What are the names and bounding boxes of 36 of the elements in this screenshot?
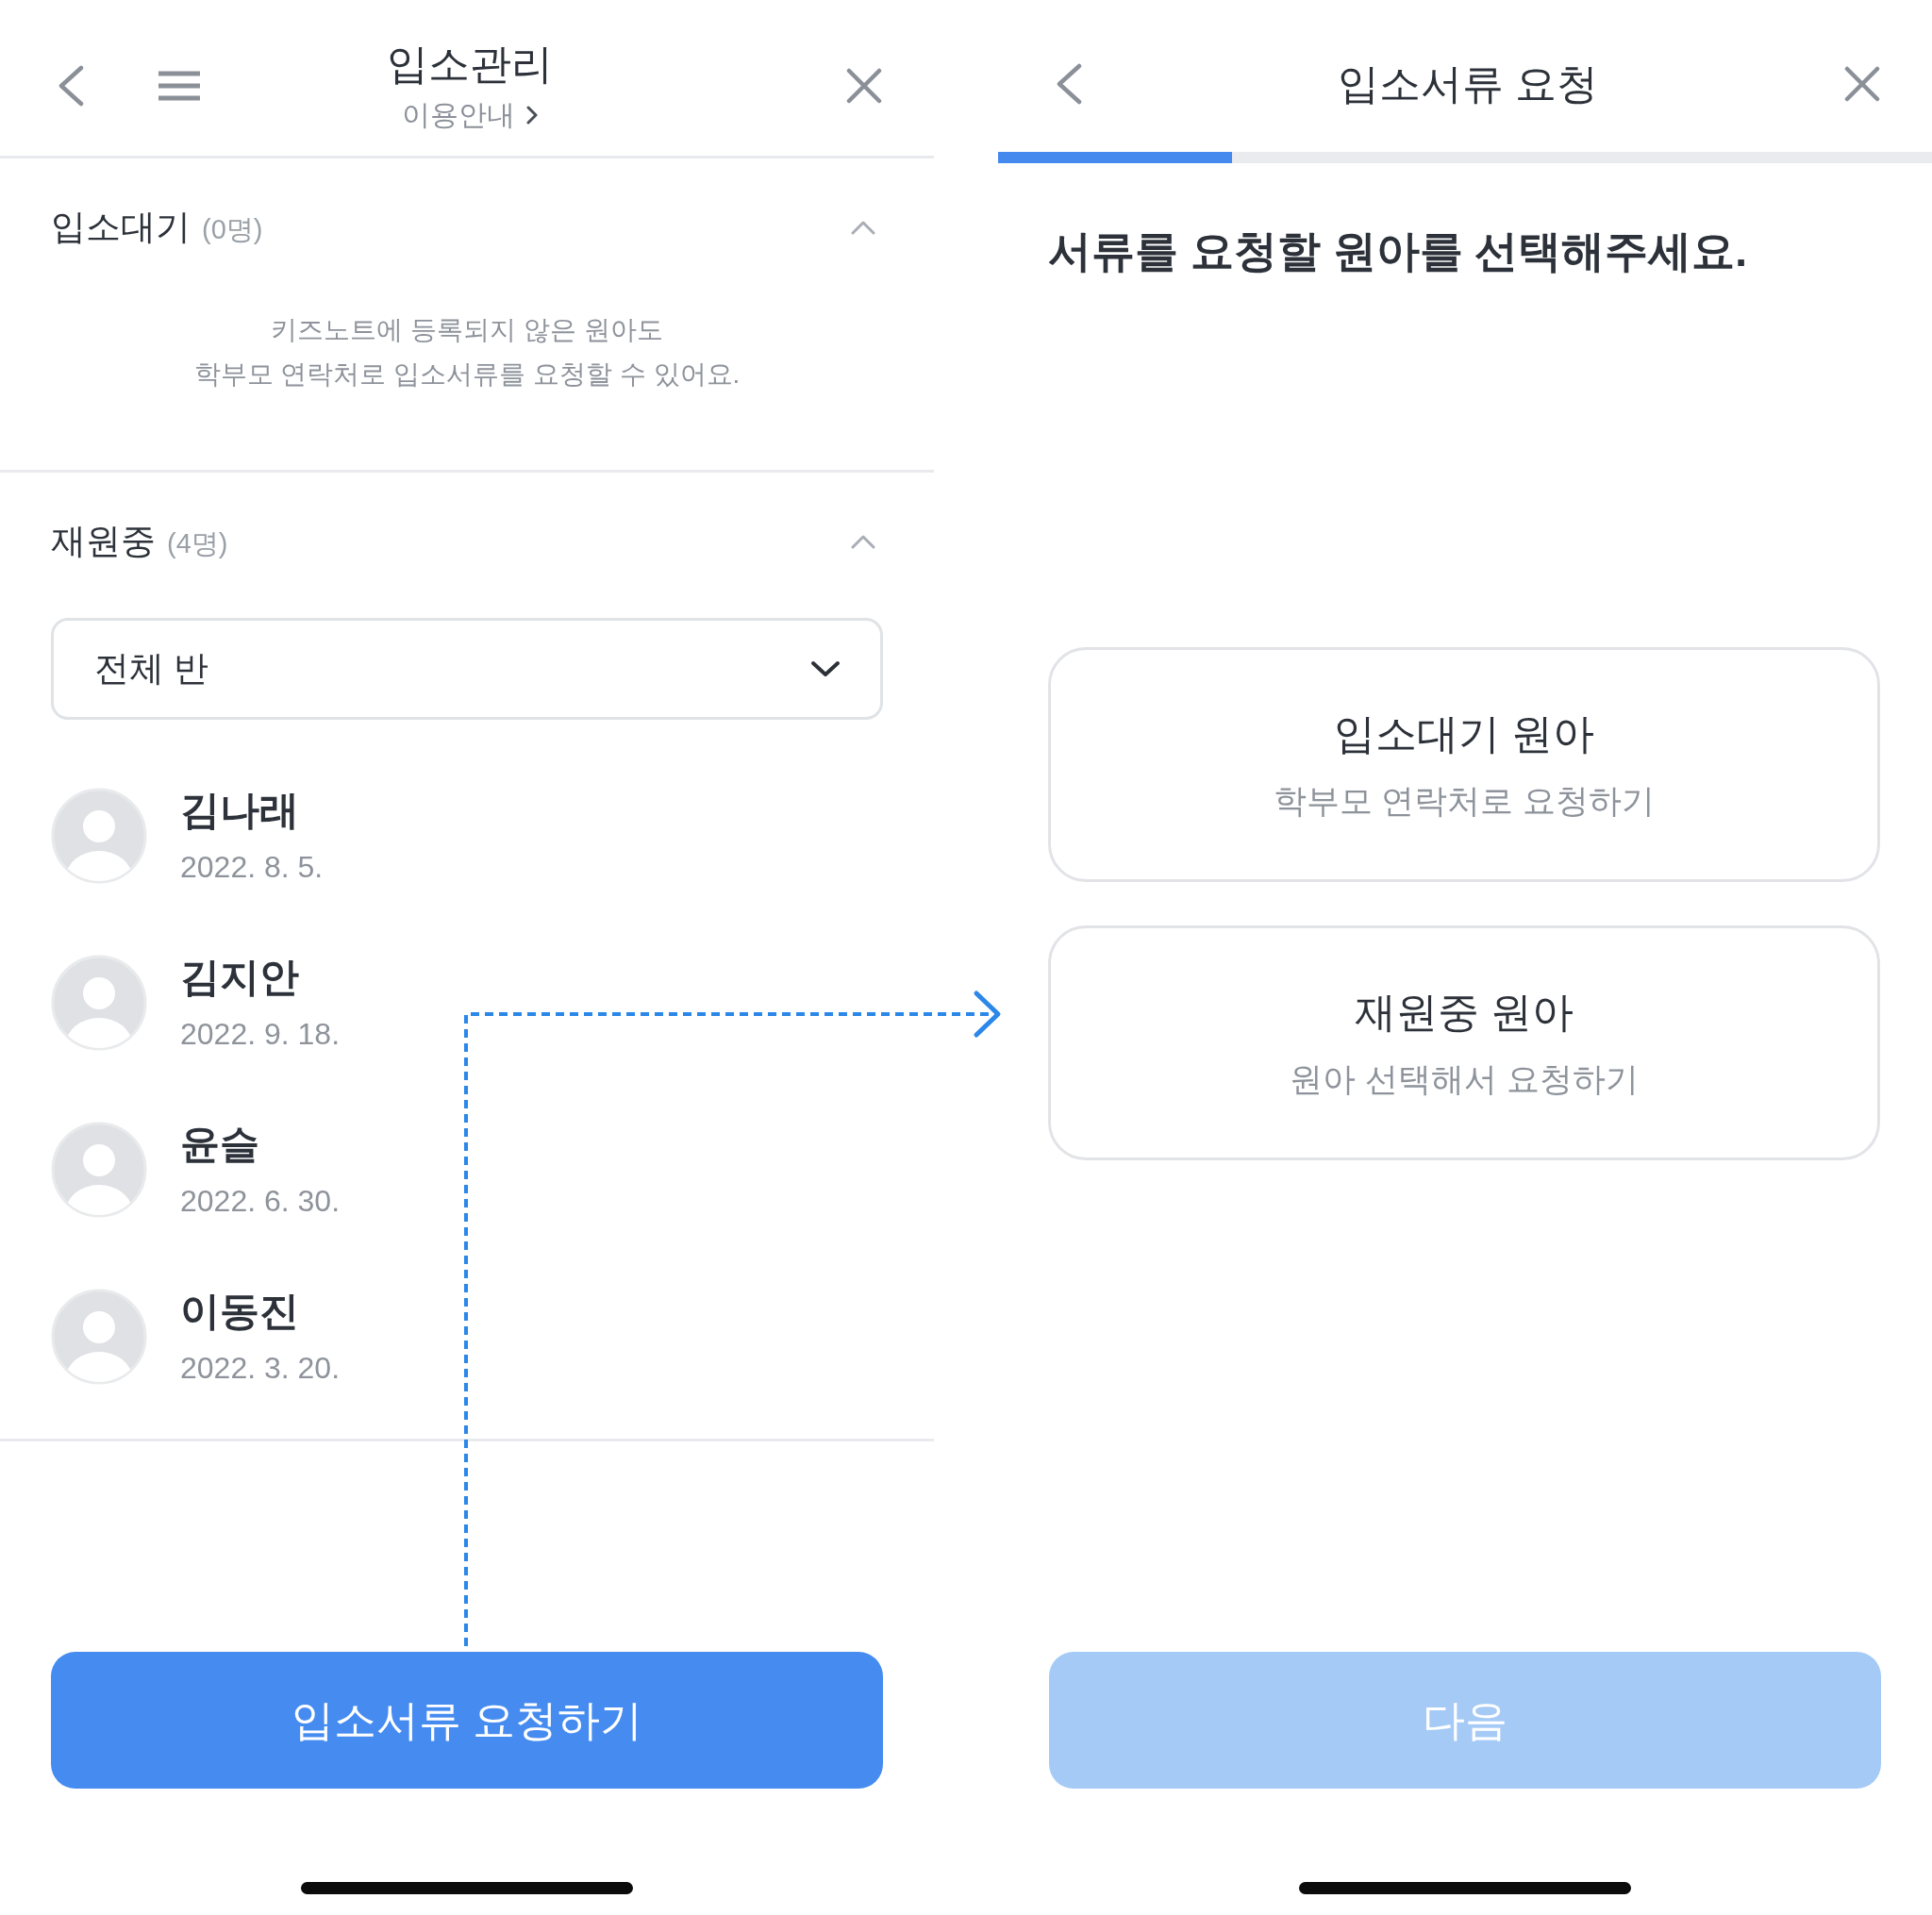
student-name[interactable]: 김지안 (180, 950, 299, 1004)
back-icon[interactable] (1056, 62, 1082, 105)
avatar-icon (51, 787, 147, 884)
date-text: 2022. 3. 20. (180, 1349, 341, 1387)
option-title: 입소대기 원아 (1333, 708, 1595, 758)
close-icon[interactable] (1844, 65, 1880, 102)
avatar-icon (51, 954, 147, 1051)
section-count: (4명) (167, 527, 228, 560)
section-count: (0명) (202, 213, 263, 246)
empty-state-message: 키즈노트에 등록되지 않은 원아도 학부모 연락처로 입소서류를 요청할 수 있어요. (193, 314, 741, 391)
screen-title: 입소서류 요청 (1337, 58, 1599, 108)
option-subtitle: 학부모 연락처로 요청하기 (1273, 780, 1656, 821)
student-name[interactable]: 윤슬 (180, 1117, 259, 1171)
chevron-right-icon (526, 105, 538, 125)
option-title: 재원중 원아 (1354, 987, 1574, 1037)
close-icon[interactable] (846, 67, 882, 104)
instruction-heading: 서류를 요청할 원아를 선택해주세요. (1048, 225, 1749, 277)
avatar-icon (51, 1288, 147, 1385)
date-text: 2022. 8. 5. (180, 848, 324, 886)
section-title: 입소대기 (51, 207, 191, 248)
date-text: 2022. 9. 18. (180, 1015, 341, 1053)
caret-up-icon[interactable] (851, 533, 875, 550)
menu-icon[interactable] (157, 70, 202, 101)
caret-up-icon[interactable] (851, 219, 875, 236)
student-name[interactable]: 이동진 (180, 1284, 299, 1338)
date-text: 2022. 6. 30. (180, 1182, 341, 1220)
option-card[interactable]: 입소대기 원아 학부모 연락처로 요청하기 (1048, 647, 1880, 882)
section-title: 재원중 (51, 521, 156, 562)
option-card[interactable]: 재원중 원아 원아 선택해서 요청하기 (1048, 925, 1880, 1160)
option-subtitle: 원아 선택해서 요청하기 (1290, 1058, 1639, 1099)
student-name[interactable]: 김나래 (180, 783, 299, 837)
back-icon[interactable] (58, 64, 84, 107)
class-dropdown[interactable]: 전체 반 (51, 618, 883, 720)
avatar-icon (51, 1121, 147, 1218)
screen-title: 입소관리 (387, 39, 553, 89)
chevron-down-icon (810, 660, 841, 677)
